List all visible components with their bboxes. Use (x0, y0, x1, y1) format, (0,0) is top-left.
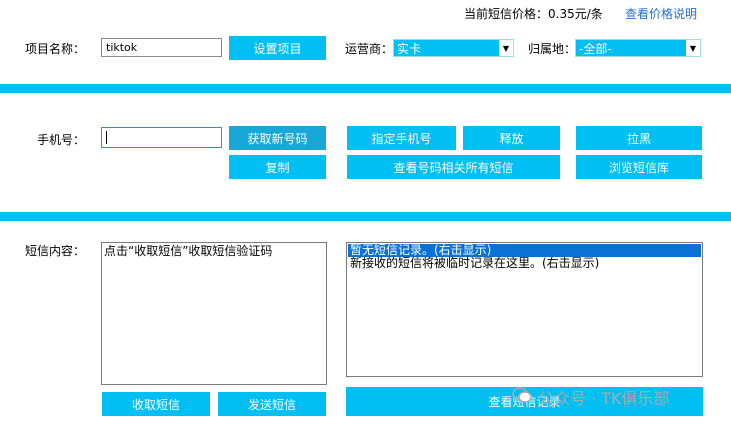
copy-button[interactable]: 复制 (229, 155, 326, 179)
chevron-down-icon: ▼ (499, 40, 513, 56)
carrier-select[interactable]: 实卡 ▼ (393, 39, 514, 57)
sms-label: 短信内容： (25, 244, 86, 258)
release-button[interactable]: 释放 (463, 126, 560, 150)
chat-icon (512, 386, 532, 408)
phone-label: 手机号： (37, 133, 86, 147)
chevron-down-icon: ▼ (686, 40, 700, 56)
price-label: 当前短信价格： (464, 7, 549, 21)
watermark: 公众号 · TK俱乐部 (512, 385, 670, 409)
browse-sms-library-button[interactable]: 浏览短信库 (576, 155, 702, 179)
region-value: -全部- (579, 41, 612, 56)
price-help-link[interactable]: 查看价格说明 (625, 5, 697, 22)
get-new-number-button[interactable]: 获取新号码 (229, 126, 326, 150)
section-divider (0, 84, 731, 93)
project-label: 项目名称： (25, 42, 86, 56)
section-divider (0, 212, 731, 221)
view-all-sms-button[interactable]: 查看号码相关所有短信 (347, 155, 560, 179)
watermark-text: 公众号 · TK俱乐部 (538, 389, 670, 408)
price-value: 0.35元/条 (548, 7, 603, 21)
specify-number-button[interactable]: 指定手机号 (347, 126, 456, 150)
phone-input[interactable] (101, 127, 222, 148)
sms-log-list[interactable]: 暂无短信记录。(右击显示) 新接收的短信将被临时记录在这里。(右击显示) (346, 242, 703, 377)
project-input[interactable]: tiktok (101, 38, 222, 57)
sms-content-box[interactable]: 点击“收取短信”收取短信验证码 (101, 242, 327, 385)
region-label: 归属地： (528, 42, 577, 56)
set-project-button[interactable]: 设置项目 (229, 36, 326, 60)
sms-content-text: 点击“收取短信”收取短信验证码 (104, 244, 273, 258)
carrier-value: 实卡 (397, 41, 422, 56)
carrier-label: 运营商： (345, 42, 394, 56)
blacklist-button[interactable]: 拉黑 (576, 126, 702, 150)
receive-sms-button[interactable]: 收取短信 (102, 392, 210, 416)
price-info: 当前短信价格：0.35元/条 (464, 5, 603, 22)
region-select[interactable]: -全部- ▼ (575, 39, 701, 57)
list-item[interactable]: 新接收的短信将被临时记录在这里。(右击显示) (348, 257, 701, 270)
text-caret (106, 130, 107, 144)
send-sms-button[interactable]: 发送短信 (218, 392, 326, 416)
